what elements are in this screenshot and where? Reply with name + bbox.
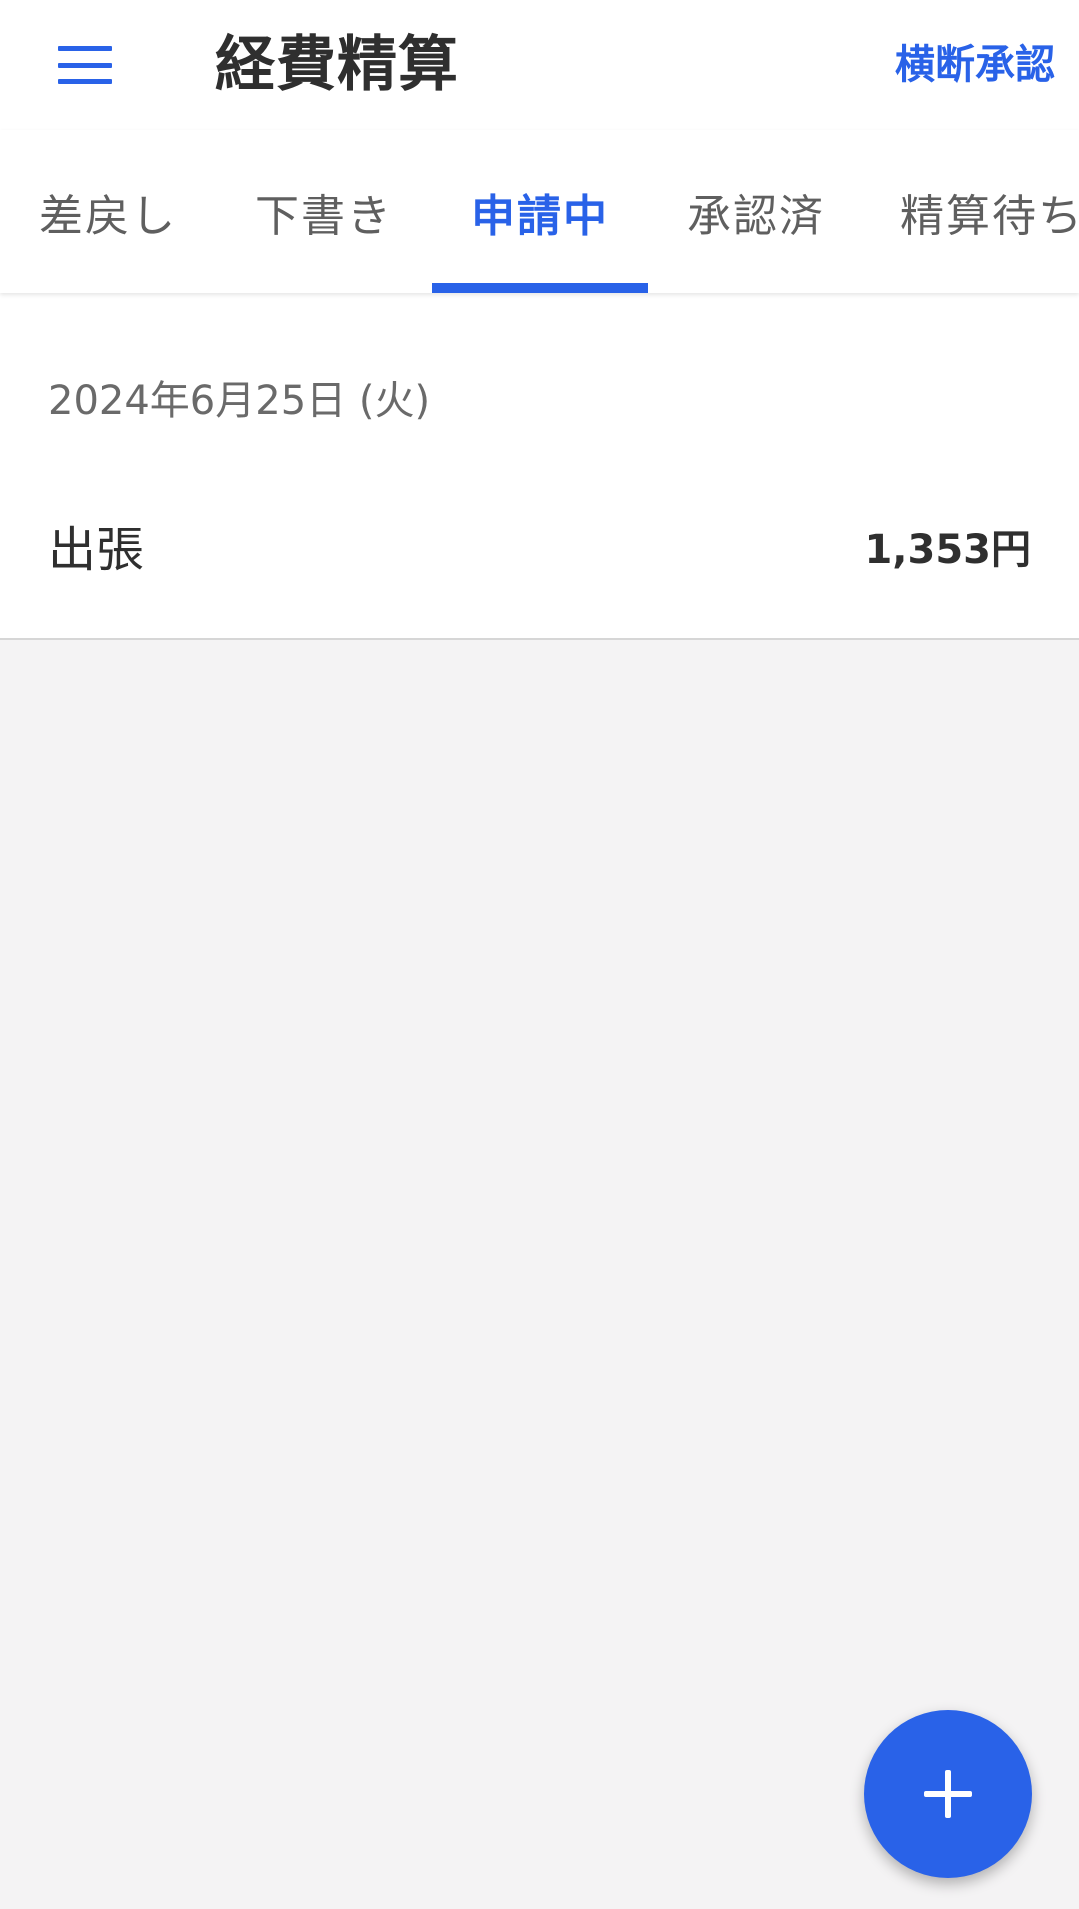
expense-name: 出張 <box>48 522 145 578</box>
active-tab-indicator <box>432 283 648 293</box>
tab-pending[interactable]: 申請中 <box>432 130 648 293</box>
tab-awaiting-settlement[interactable]: 精算待ち <box>864 130 1079 293</box>
add-expense-button[interactable] <box>864 1710 1032 1878</box>
page-title: 経費精算 <box>215 30 459 100</box>
tab-draft[interactable]: 下書き <box>216 130 432 293</box>
expense-list: 2024年6月25日 (火) 出張 1,353円 <box>0 293 1079 640</box>
hamburger-menu-icon <box>58 46 112 84</box>
menu-button[interactable] <box>40 28 130 102</box>
cross-approve-button[interactable]: 横断承認 <box>895 30 1055 100</box>
plus-icon <box>924 1770 972 1818</box>
app-bar: 経費精算 横断承認 <box>0 0 1079 130</box>
tab-returned[interactable]: 差戻し <box>0 130 216 293</box>
date-header: 2024年6月25日 (火) <box>48 378 431 424</box>
tab-approved[interactable]: 承認済 <box>648 130 864 293</box>
tab-bar: 差戻し 下書き 申請中 承認済 精算待ち <box>0 130 1079 293</box>
list-item[interactable]: 出張 1,353円 <box>0 493 1079 623</box>
expense-amount: 1,353円 <box>864 527 1031 573</box>
